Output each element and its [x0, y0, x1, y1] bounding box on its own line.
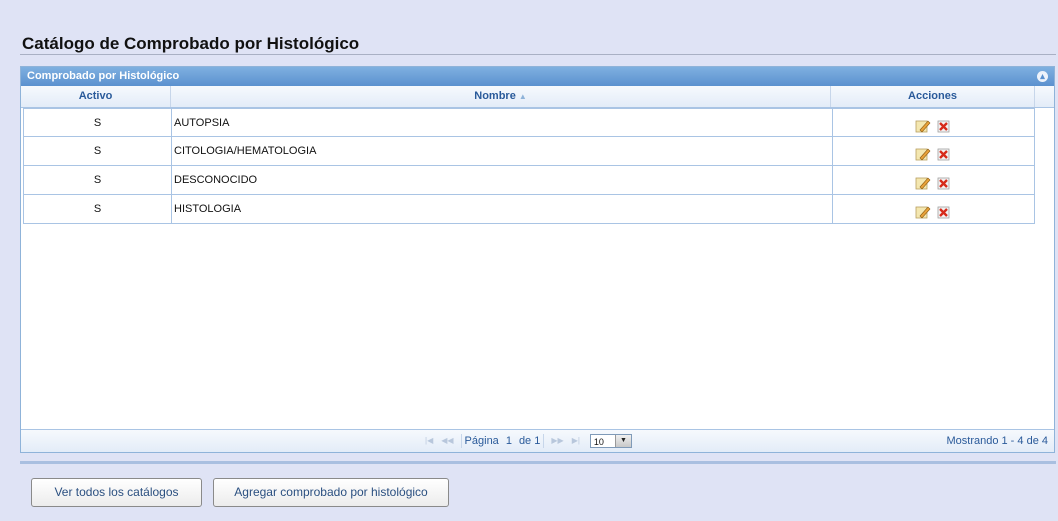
delete-icon[interactable] — [936, 173, 952, 190]
column-header-spacer — [1035, 86, 1054, 107]
cell-activo: S — [24, 166, 172, 194]
next-page-icon[interactable]: ▶▶ — [551, 433, 563, 449]
page-label: Página — [464, 435, 499, 447]
delete-icon[interactable] — [936, 144, 952, 161]
of-label: de — [518, 435, 532, 447]
add-comprobado-button[interactable]: Agregar comprobado por histológico — [213, 478, 449, 507]
title-divider — [20, 54, 1056, 55]
cell-activo: S — [24, 195, 172, 223]
cell-acciones — [833, 109, 1034, 136]
pager-controls: |◀ ◀◀ Página 1 de 1 ▶▶ ▶| 10 ▼ — [421, 433, 632, 449]
delete-icon[interactable] — [936, 202, 952, 219]
grid-caption-label: Comprobado por Histológico — [27, 70, 180, 82]
pager: |◀ ◀◀ Página 1 de 1 ▶▶ ▶| 10 ▼ Mostrando… — [21, 429, 1054, 452]
edit-icon[interactable] — [915, 144, 931, 161]
grid-caption: Comprobado por Histológico ▴ — [21, 67, 1054, 86]
rows-per-page-select[interactable]: 10 ▼ — [589, 434, 632, 448]
column-header-acciones[interactable]: Acciones — [831, 86, 1035, 107]
total-pages: 1 — [534, 435, 541, 447]
table-row[interactable]: S AUTOPSIA — [23, 108, 1035, 137]
rows-per-page-value: 10 — [593, 437, 604, 447]
pager-separator — [460, 434, 462, 448]
grid-body: S AUTOPSIA S CITOLOGIA/HEMATOLOGIA S DES… — [23, 108, 1035, 224]
cell-acciones — [833, 195, 1034, 223]
collapse-icon[interactable]: ▴ — [1037, 71, 1048, 82]
edit-icon[interactable] — [915, 116, 931, 133]
column-header-nombre-label: Nombre — [474, 90, 516, 102]
data-grid: Comprobado por Histológico ▴ Activo Nomb… — [20, 66, 1055, 453]
bottom-divider — [20, 461, 1056, 464]
cell-nombre: CITOLOGIA/HEMATOLOGIA — [172, 137, 833, 165]
column-header-row: Activo Nombre ▲ Acciones — [21, 86, 1054, 108]
edit-icon[interactable] — [915, 202, 931, 219]
edit-icon[interactable] — [915, 173, 931, 190]
table-row[interactable]: S CITOLOGIA/HEMATOLOGIA — [23, 137, 1035, 166]
table-row[interactable]: S HISTOLOGIA — [23, 195, 1035, 224]
table-row[interactable]: S DESCONOCIDO — [23, 166, 1035, 195]
column-header-activo[interactable]: Activo — [21, 86, 171, 107]
cell-nombre: DESCONOCIDO — [172, 166, 833, 194]
view-all-catalogs-button[interactable]: Ver todos los catálogos — [31, 478, 202, 507]
page-number[interactable]: 1 — [506, 433, 512, 449]
last-page-icon[interactable]: ▶| — [572, 433, 580, 449]
first-page-icon[interactable]: |◀ — [425, 433, 433, 449]
column-header-nombre[interactable]: Nombre ▲ — [171, 86, 831, 107]
chevron-down-icon[interactable]: ▼ — [614, 435, 631, 447]
cell-activo: S — [24, 109, 172, 136]
cell-acciones — [833, 137, 1034, 165]
records-info: Mostrando 1 - 4 de 4 — [946, 435, 1048, 447]
cell-nombre: AUTOPSIA — [172, 109, 833, 136]
cell-acciones — [833, 166, 1034, 194]
delete-icon[interactable] — [936, 116, 952, 133]
page-title: Catálogo de Comprobado por Histológico — [22, 34, 360, 53]
cell-activo: S — [24, 137, 172, 165]
sort-icon[interactable]: ▲ — [519, 92, 527, 101]
pager-separator — [543, 434, 545, 448]
prev-page-icon[interactable]: ◀◀ — [441, 433, 453, 449]
cell-nombre: HISTOLOGIA — [172, 195, 833, 223]
